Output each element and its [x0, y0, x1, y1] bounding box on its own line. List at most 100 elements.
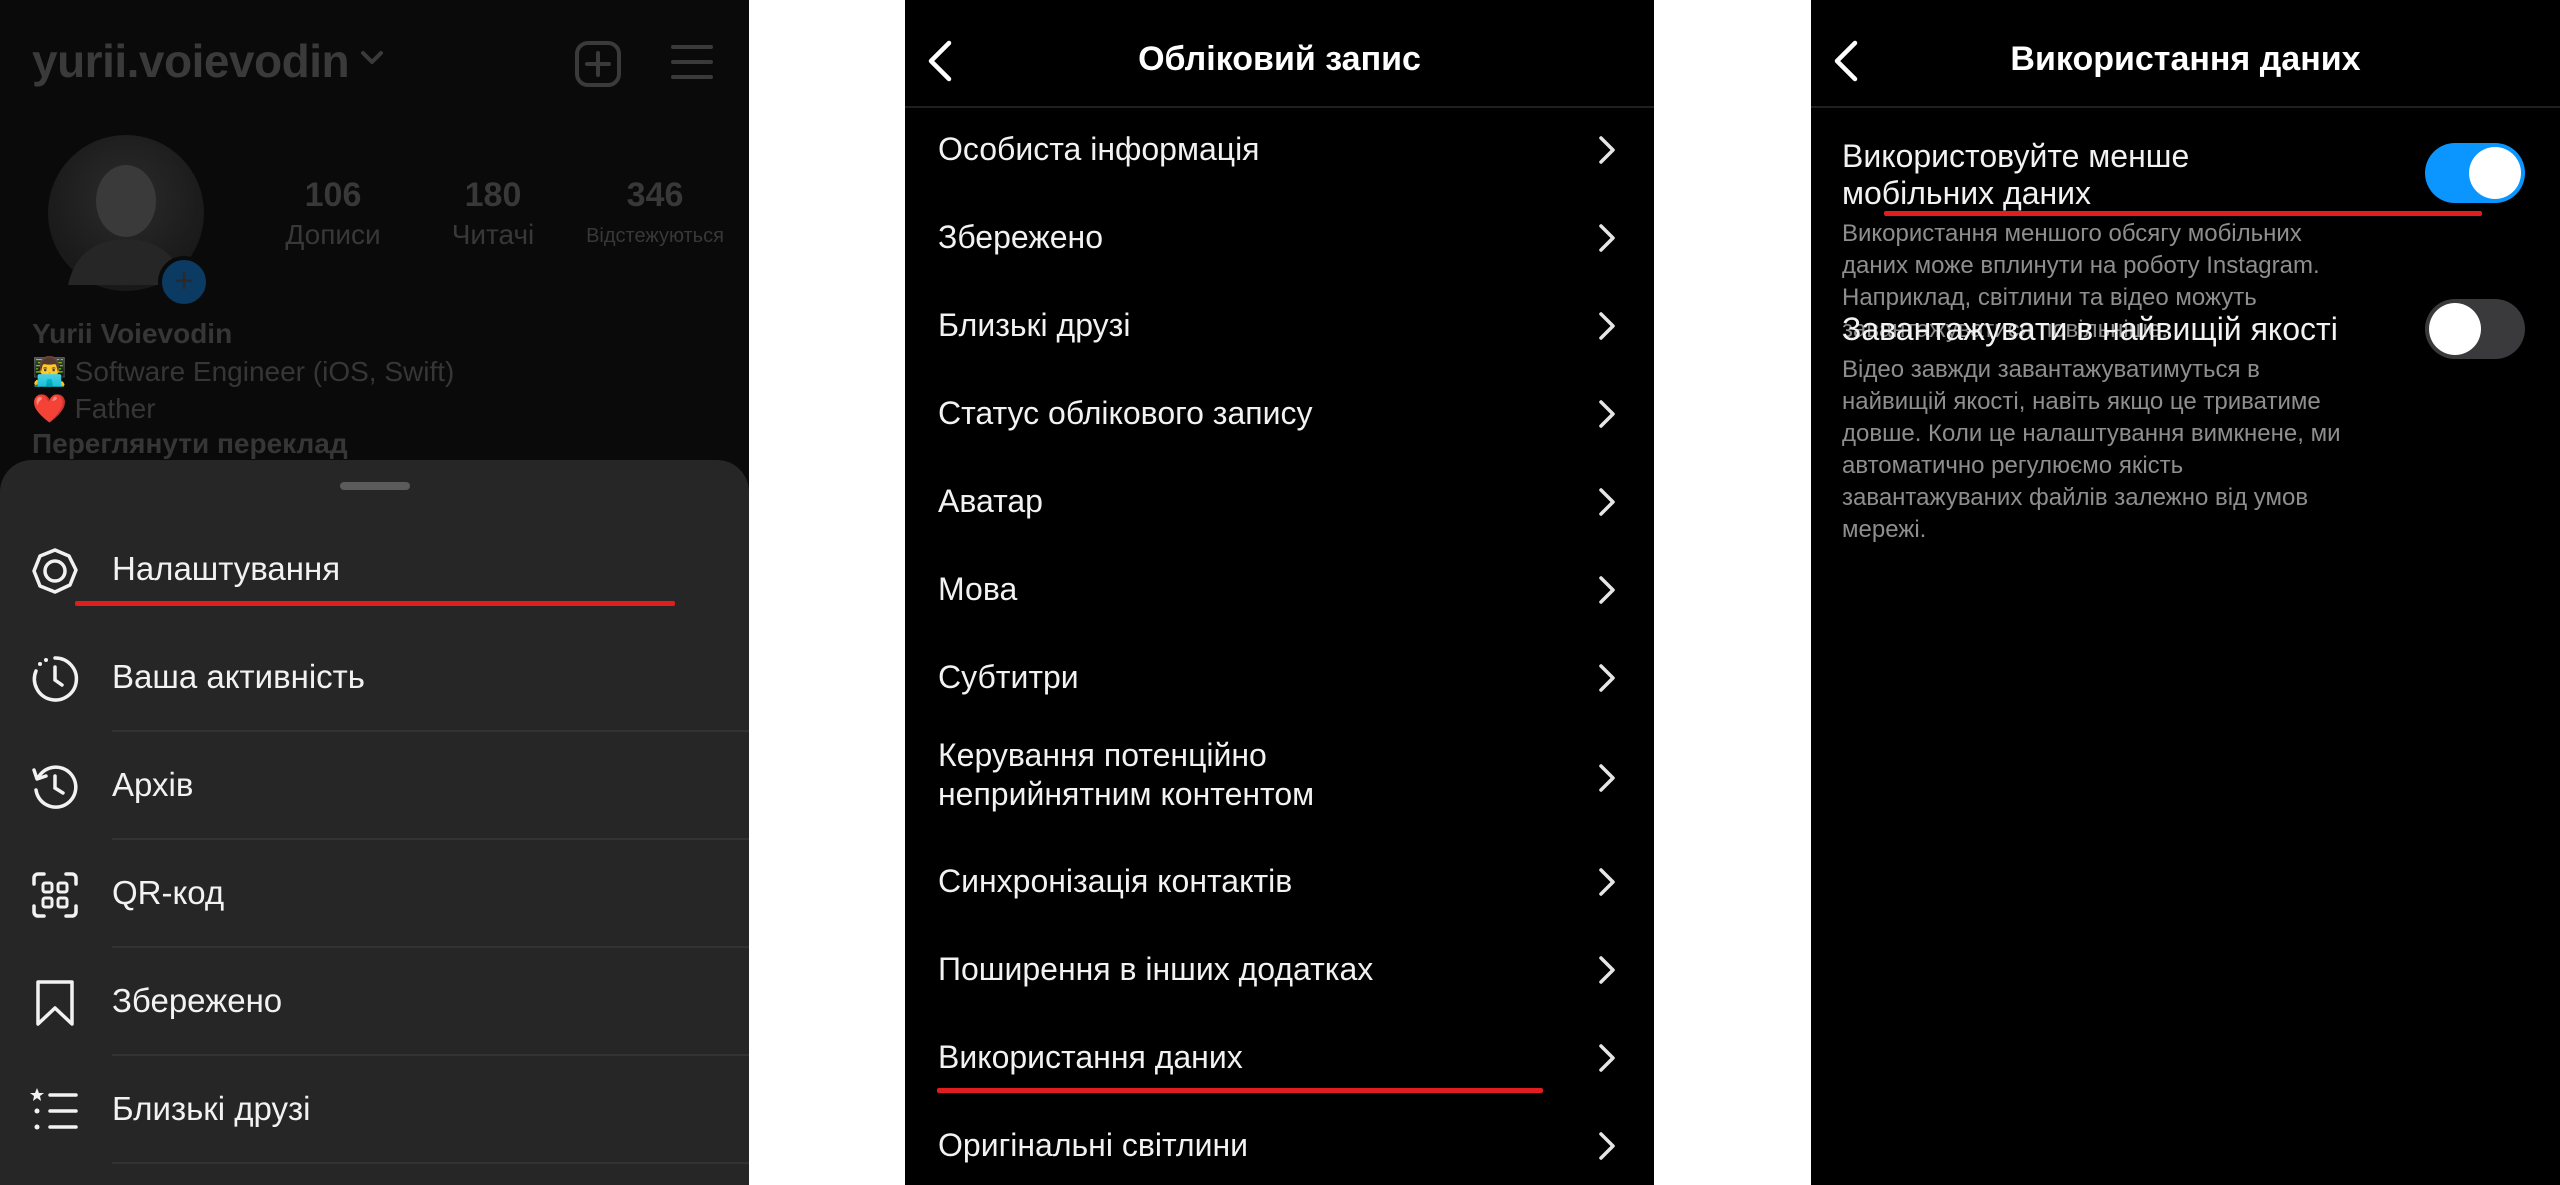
archive-icon	[32, 765, 78, 809]
annotation-underline	[75, 601, 675, 606]
highest-quality-desc-line3: довше. Коли це налаштування вимкнене, ми	[1842, 420, 2341, 447]
stat-followers-value: 180	[464, 176, 522, 214]
settings-row-label: Близькі друзі	[938, 307, 1131, 343]
gear-icon	[32, 548, 78, 594]
stat-following-value: 346	[626, 176, 684, 214]
toggle-knob	[2429, 303, 2481, 355]
settings-row-label: Використання даних	[938, 1039, 1243, 1075]
highest-quality-desc-line1: Відео завжди завантажуватимуться в	[1842, 356, 2260, 383]
use-less-data-title-line2: мобільних даних	[1842, 175, 2092, 211]
settings-row-personal-info[interactable]: Особиста інформація	[905, 126, 1654, 174]
chevron-right-icon	[1599, 312, 1615, 340]
stat-posts[interactable]: 106 Дописи	[270, 176, 396, 251]
settings-row-label: Збережено	[938, 219, 1103, 255]
settings-row-label: Поширення в інших додатках	[938, 951, 1374, 987]
highest-quality-title: Завантажувати в найвищій якості	[1842, 311, 2338, 347]
use-less-data-desc-line2: даних може вплинути на роботу Instagram.	[1842, 252, 2320, 279]
profile-menu-panel: yurii.voievodin + 106 Дописи 180 Читачі …	[0, 0, 749, 1185]
sheet-grabber[interactable]	[340, 482, 410, 490]
profile-bio-line2: ❤️ Father	[32, 393, 156, 424]
settings-row-avatar[interactable]: Аватар	[905, 478, 1654, 526]
chevron-right-icon	[1599, 956, 1615, 984]
menu-item-label: Близькі друзі	[112, 1090, 311, 1127]
menu-item-your-activity[interactable]: Ваша активність	[0, 624, 749, 732]
bookmark-icon	[36, 980, 74, 1026]
stat-followers-label: Читачі	[451, 219, 535, 250]
menu-item-label: Архів	[112, 766, 194, 803]
profile-bio-line1: 👨‍💻 Software Engineer (iOS, Swift)	[32, 356, 455, 387]
settings-row-close-friends[interactable]: Близькі друзі	[905, 302, 1654, 350]
menu-item-qr-code[interactable]: QR-код	[0, 840, 749, 948]
settings-row-label: Статус облікового запису	[938, 395, 1313, 431]
add-story-icon[interactable]: +	[158, 256, 210, 308]
settings-row-sensitive-content[interactable]: Керування потенційно неприйнятним контен…	[905, 736, 1654, 820]
settings-row-language[interactable]: Мова	[905, 566, 1654, 614]
settings-row-label: Оригінальні світлини	[938, 1127, 1248, 1163]
settings-row-original-photos[interactable]: Оригінальні світлини	[905, 1122, 1654, 1170]
settings-row-account-status[interactable]: Статус облікового запису	[905, 390, 1654, 438]
header-divider	[1811, 106, 2560, 108]
divider	[112, 1162, 749, 1164]
use-less-data-desc-line1: Використання меншого обсягу мобільних	[1842, 220, 2302, 247]
settings-row-label: Синхронізація контактів	[938, 863, 1293, 899]
highest-quality-desc-line4: автоматично регулюємо якість	[1842, 452, 2184, 479]
annotation-underline	[1884, 211, 2482, 216]
header-divider	[905, 106, 1654, 108]
menu-item-close-friends[interactable]: Близькі друзі	[0, 1056, 749, 1164]
chevron-right-icon	[1599, 764, 1615, 792]
use-less-data-title-line1: Використовуйте менше	[1842, 138, 2190, 174]
annotation-underline	[937, 1088, 1543, 1093]
settings-row-captions[interactable]: Субтитри	[905, 654, 1654, 702]
see-translation-link[interactable]: Переглянути переклад	[32, 428, 348, 460]
stat-posts-value: 106	[304, 176, 362, 214]
chevron-right-icon	[1599, 1132, 1615, 1160]
settings-row-sharing[interactable]: Поширення в інших додатках	[905, 946, 1654, 994]
create-post-icon[interactable]	[574, 40, 622, 88]
settings-row-label: Особиста інформація	[938, 131, 1260, 167]
chevron-down-icon[interactable]	[360, 50, 384, 66]
data-usage-panel: Використання даних Використовуйте менше …	[1811, 0, 2560, 1185]
chevron-right-icon	[1599, 488, 1615, 516]
highest-quality-toggle[interactable]	[2425, 299, 2525, 359]
settings-row-label: Субтитри	[938, 659, 1079, 695]
settings-row-label: Керування потенційно	[938, 737, 1267, 773]
chevron-right-icon	[1599, 1044, 1615, 1072]
menu-item-label: Налаштування	[112, 550, 341, 587]
settings-row-label-line2: неприйнятним контентом	[938, 776, 1315, 812]
settings-row-data-usage[interactable]: Використання даних	[905, 1034, 1654, 1082]
page-title: Обліковий запис	[1138, 40, 1421, 78]
menu-item-settings[interactable]: Налаштування	[0, 516, 749, 624]
menu-item-archive[interactable]: Архів	[0, 732, 749, 840]
chevron-right-icon	[1599, 576, 1615, 604]
menu-item-label: QR-код	[112, 874, 225, 911]
activity-icon	[32, 656, 79, 702]
chevron-right-icon	[1599, 136, 1615, 164]
account-settings-panel: Обліковий запис Особиста інформація Збер…	[905, 0, 1654, 1185]
page-title: Використання даних	[2010, 40, 2361, 78]
stat-followers[interactable]: 180 Читачі	[430, 176, 556, 251]
chevron-right-icon	[1599, 664, 1615, 692]
stat-following[interactable]: 346 Відстежуються	[575, 176, 735, 248]
menu-item-label: Ваша активність	[112, 658, 365, 695]
profile-name: Yurii Voievodin	[32, 318, 233, 349]
profile-username[interactable]: yurii.voievodin	[32, 34, 350, 88]
stat-following-label: Відстежуються	[586, 225, 724, 247]
stat-posts-label: Дописи	[285, 219, 381, 250]
settings-row-contact-sync[interactable]: Синхронізація контактів	[905, 858, 1654, 906]
hamburger-menu-icon[interactable]	[670, 42, 714, 82]
highest-quality-desc-line6: мережі.	[1842, 516, 1927, 543]
chevron-right-icon	[1599, 224, 1615, 252]
settings-row-saved[interactable]: Збережено	[905, 214, 1654, 262]
use-less-data-toggle[interactable]	[2425, 143, 2525, 203]
menu-item-saved[interactable]: Збережено	[0, 948, 749, 1056]
highest-quality-desc-line2: найвищій якості, навіть якщо це триватим…	[1842, 388, 2321, 415]
menu-bottom-sheet: Налаштування Ваша активність Архів QR-ко…	[0, 460, 749, 1185]
close-friends-icon	[30, 1088, 78, 1130]
highest-quality-desc-line5: завантажуваних файлів залежно від умов	[1842, 484, 2309, 511]
chevron-right-icon	[1599, 868, 1615, 896]
qr-code-icon	[32, 872, 78, 918]
menu-item-label: Збережено	[112, 982, 283, 1019]
chevron-right-icon	[1599, 400, 1615, 428]
settings-row-label: Аватар	[938, 483, 1043, 519]
settings-row-label: Мова	[938, 571, 1018, 607]
